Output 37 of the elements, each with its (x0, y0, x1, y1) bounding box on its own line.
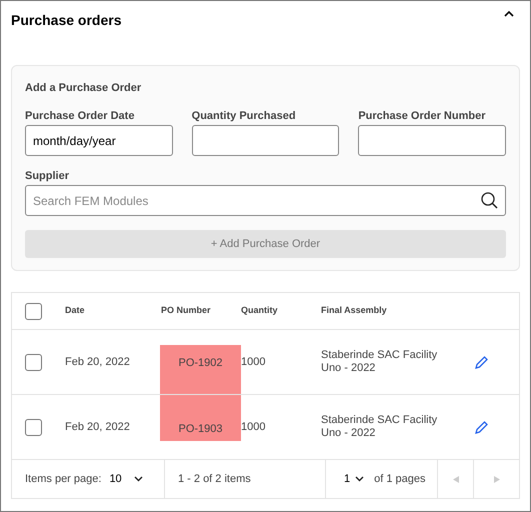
search-icon[interactable] (481, 192, 498, 209)
field-label: Supplier (25, 169, 70, 183)
items-per-page-label: Items per page: (25, 472, 102, 487)
final-assembly-cell-text: Staberinde SAC Facility Uno - 2022 (321, 414, 438, 440)
chevron-down-icon[interactable] (134, 476, 143, 482)
date-cell-text: Feb 20, 2022 (65, 420, 131, 435)
po-number-cell: PO-1903 (160, 395, 241, 441)
item-range-text: 1 - 2 of 2 items (178, 472, 251, 487)
pencil-icon[interactable] (475, 356, 488, 368)
column-header: PO Number (161, 304, 212, 318)
column-header: Date (65, 304, 86, 318)
section-title: Purchase orders (11, 11, 122, 30)
column-header: Quantity (241, 304, 279, 318)
quantity-cell-text: 1000 (241, 354, 266, 370)
checkbox[interactable] (25, 354, 42, 370)
search-input[interactable]: Search FEM Modules (33, 192, 481, 210)
chevron-down-icon[interactable] (355, 476, 364, 482)
final-assembly-cell-text: Staberinde SAC Facility Uno - 2022 (321, 349, 438, 375)
items-per-page-select[interactable]: 10 (109, 470, 143, 488)
column-header: Final Assembly (321, 304, 387, 318)
field-label: Purchase Order Number (358, 109, 486, 123)
chevron-up-icon[interactable] (504, 10, 514, 17)
page-count-text: of 1 pages (374, 472, 426, 487)
pencil-icon[interactable] (475, 420, 488, 434)
quantity-cell-text: 1000 (241, 420, 266, 435)
checkbox[interactable] (25, 418, 42, 436)
field-label: Quantity Purchased (192, 109, 297, 123)
search-field[interactable]: Search FEM Modules (25, 185, 506, 216)
date-cell-text: Feb 20, 2022 (65, 354, 131, 370)
po-number-cell: PO-1902 (160, 345, 241, 394)
field-label: Purchase Order Date (25, 109, 136, 123)
input-field[interactable] (192, 125, 340, 156)
checkbox[interactable] (25, 302, 42, 320)
form-title: Add a Purchase Order (25, 81, 142, 95)
input-field[interactable]: month/day/year (25, 125, 173, 156)
input-field[interactable] (358, 125, 506, 156)
page-select[interactable]: 1 (344, 470, 364, 488)
